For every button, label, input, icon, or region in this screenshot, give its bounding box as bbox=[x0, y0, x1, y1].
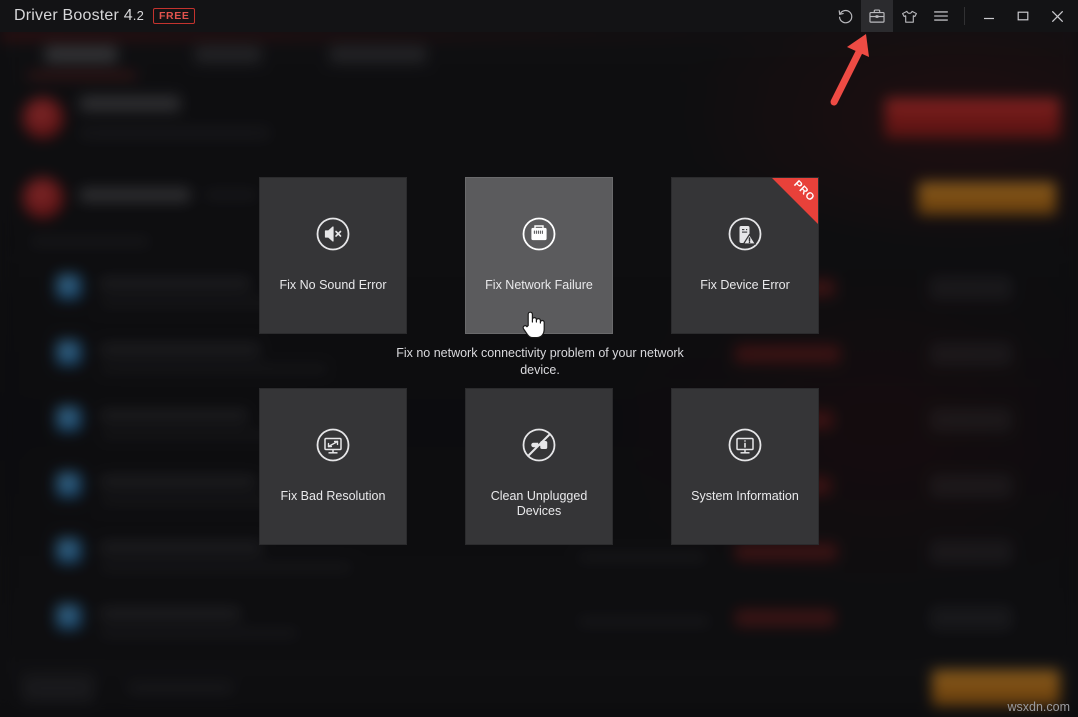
toolbox-icon[interactable] bbox=[861, 0, 893, 32]
app-title-text: Driver Booster 4 bbox=[14, 7, 133, 24]
watermark: wsxdn.com bbox=[1007, 700, 1070, 714]
tool-tile-label: System Information bbox=[672, 489, 818, 504]
tool-description: Fix no network connectivity problem of y… bbox=[395, 345, 685, 379]
mute-speaker-icon bbox=[311, 212, 355, 261]
title-bar: Driver Booster 4.2 FREE bbox=[0, 0, 1078, 32]
monitor-info-icon bbox=[723, 423, 767, 472]
tool-tile-label: Fix Bad Resolution bbox=[260, 489, 406, 504]
skin-icon[interactable] bbox=[893, 0, 925, 32]
menu-icon[interactable] bbox=[925, 0, 957, 32]
monitor-resize-icon bbox=[311, 423, 355, 472]
titlebar-divider bbox=[964, 7, 965, 25]
status-badge: FREE bbox=[153, 8, 195, 24]
driver-booster-window: Driver Booster 4.2 FREE bbox=[0, 0, 1078, 717]
tool-tile-fix-device-error[interactable]: PRO Fix Device Error bbox=[671, 177, 819, 334]
close-button[interactable] bbox=[1040, 0, 1074, 32]
tool-tile-label: Fix No Sound Error bbox=[260, 278, 406, 293]
tool-tile-fix-network-failure[interactable]: Fix Network Failure bbox=[465, 177, 613, 334]
tool-tile-fix-no-sound-error[interactable]: Fix No Sound Error bbox=[259, 177, 407, 334]
page-title: Driver Booster 4.2 bbox=[14, 7, 144, 25]
tool-tile-label: Fix Network Failure bbox=[466, 278, 612, 293]
network-port-icon bbox=[517, 212, 561, 261]
app-version-minor: .2 bbox=[133, 8, 144, 23]
history-icon[interactable] bbox=[829, 0, 861, 32]
device-warning-icon bbox=[723, 212, 767, 261]
tool-tile-label: Fix Device Error bbox=[672, 278, 818, 293]
tools-popup-panel: Fix No Sound Error Fix Net bbox=[259, 177, 821, 547]
tool-tile-system-information[interactable]: System Information bbox=[671, 388, 819, 545]
unplugged-device-icon bbox=[517, 423, 561, 472]
tool-tile-label: Clean Unplugged Devices bbox=[466, 489, 612, 519]
maximize-button[interactable] bbox=[1006, 0, 1040, 32]
tool-tile-clean-unplugged-devices[interactable]: Clean Unplugged Devices bbox=[465, 388, 613, 545]
minimize-button[interactable] bbox=[972, 0, 1006, 32]
tool-tile-fix-bad-resolution[interactable]: Fix Bad Resolution bbox=[259, 388, 407, 545]
